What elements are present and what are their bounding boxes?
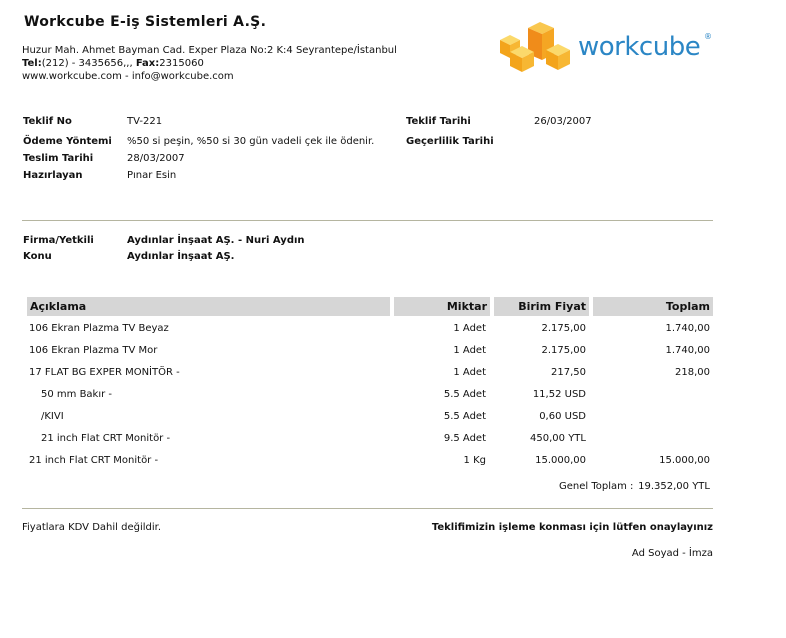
cubes-icon [500,22,570,72]
grand-total-value: 19.352,00 YTL [638,481,710,492]
row-quantity: 1 Adet [453,323,486,334]
vat-note: Fiyatlara KDV Dahil değildir. [22,522,161,533]
row-quantity: 9.5 Adet [443,433,486,444]
row-quantity: 5.5 Adet [443,411,486,422]
approval-request: Teklifimizin işleme konması için lütfen … [431,522,713,533]
registered-mark: ® [704,32,712,41]
table-row: 21 inch Flat CRT Monitör - 1 Kg 15.000,0… [22,450,713,472]
row-unit-price: 15.000,00 [535,455,586,466]
offer-no-label: Teklif No [23,116,72,127]
row-unit-price: 11,52 USD [532,389,586,400]
tel-value: (212) - 3435656,,, [41,58,136,69]
table-row: 106 Ekran Plazma TV Beyaz 1 Adet 2.175,0… [22,318,713,340]
col-header-quantity: Miktar [394,297,490,316]
company-name: Workcube E-iş Sistemleri A.Ş. [24,14,267,30]
offer-date-label: Teklif Tarihi [406,116,471,127]
fax-value: 2315060 [159,58,204,69]
payment-method-value: %50 si peşin, %50 si 30 gün vadeli çek i… [127,136,375,147]
company-web-email: www.workcube.com - info@workcube.com [22,71,234,82]
row-total: 218,00 [675,367,710,378]
row-description: 106 Ekran Plazma TV Mor [29,345,158,356]
col-header-unit-price: Birim Fiyat [494,297,589,316]
delivery-date-value: 28/03/2007 [127,153,185,164]
divider [22,220,713,221]
table-row: 17 FLAT BG EXPER MONİTÖR - 1 Adet 217,50… [22,362,713,384]
validity-date-label: Geçerlilik Tarihi [406,136,494,147]
row-unit-price: 2.175,00 [541,345,586,356]
offer-date-value: 26/03/2007 [534,116,592,127]
firm-value: Aydınlar İnşaat AŞ. - Nuri Aydın [127,235,305,246]
row-description: /KIVI [41,411,64,422]
row-unit-price: 2.175,00 [541,323,586,334]
table-row: /KIVI 5.5 Adet 0,60 USD [22,406,713,428]
delivery-date-label: Teslim Tarihi [23,153,94,164]
row-description: 106 Ekran Plazma TV Beyaz [29,323,169,334]
fax-label: Fax: [135,58,160,69]
row-description: 21 inch Flat CRT Monitör - [41,433,171,444]
row-quantity: 5.5 Adet [443,389,486,400]
col-header-description: Açıklama [27,297,390,316]
row-unit-price: 450,00 YTL [530,433,586,444]
table-row: 106 Ekran Plazma TV Mor 1 Adet 2.175,00 … [22,340,713,362]
row-quantity: 1 Kg [463,455,486,466]
grand-total-label: Genel Toplam : [559,481,634,492]
prepared-by-value: Pınar Esin [127,170,177,181]
row-description: 50 mm Bakır - [41,389,113,400]
tel-label: Tel: [22,58,42,69]
row-total: 1.740,00 [665,345,710,356]
divider [22,508,713,509]
row-total: 15.000,00 [659,455,710,466]
subject-label: Konu [23,251,52,262]
table-row: 21 inch Flat CRT Monitör - 9.5 Adet 450,… [22,428,713,450]
signature-label: Ad Soyad - İmza [631,548,713,559]
row-quantity: 1 Adet [453,345,486,356]
row-quantity: 1 Adet [453,367,486,378]
table-row: 50 mm Bakır - 5.5 Adet 11,52 USD [22,384,713,406]
row-description: 17 FLAT BG EXPER MONİTÖR - [29,367,180,378]
firm-label: Firma/Yetkili [23,235,94,246]
col-header-total: Toplam [593,297,713,316]
row-unit-price: 0,60 USD [539,411,586,422]
row-total: 1.740,00 [665,323,710,334]
row-unit-price: 217,50 [551,367,586,378]
logo-wordmark: workcube [578,32,701,62]
row-description: 21 inch Flat CRT Monitör - [29,455,159,466]
company-address: Huzur Mah. Ahmet Bayman Cad. Exper Plaza… [22,45,397,56]
subject-value: Aydınlar İnşaat AŞ. [127,251,235,262]
payment-method-label: Ödeme Yöntemi [23,136,112,147]
company-phone-line: Tel:(212) - 3435656,,, Fax:2315060 [22,58,204,69]
workcube-logo: workcube ® [498,22,718,74]
offer-no-value: TV-221 [127,116,163,127]
prepared-by-label: Hazırlayan [23,170,83,181]
